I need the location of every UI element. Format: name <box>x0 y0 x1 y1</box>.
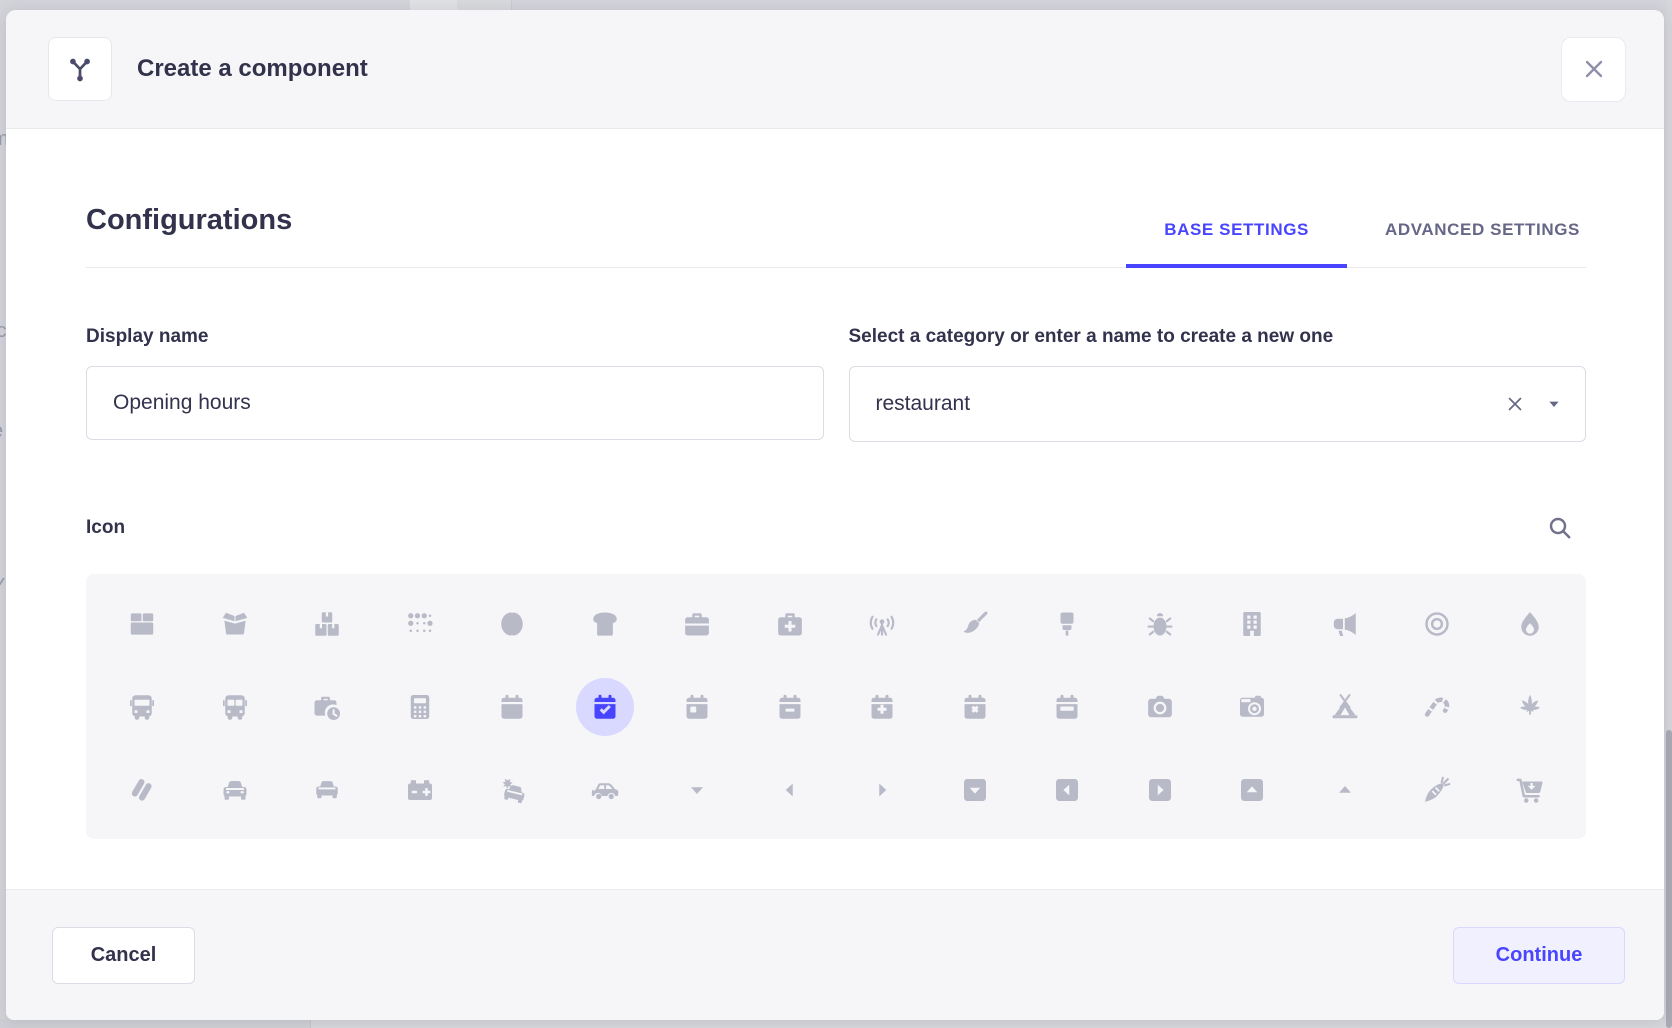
background-page-strip <box>457 0 512 10</box>
icon-option-car-icon[interactable] <box>206 761 264 819</box>
page-title: Configurations <box>86 204 292 237</box>
icon-option-bread-slice-icon[interactable] <box>576 595 634 653</box>
icon-option-cart-arrow-down-icon[interactable] <box>1501 761 1559 819</box>
category-field: Select a category or enter a name to cre… <box>849 326 1587 442</box>
icon-option-brain-icon[interactable] <box>483 595 541 653</box>
icon-option-carrot-icon[interactable] <box>1408 761 1466 819</box>
display-name-field: Display name <box>86 326 824 442</box>
icon-picker-header: Icon <box>86 514 1586 542</box>
icon-option-camera-retro-icon[interactable] <box>1223 678 1281 736</box>
icon-option-calculator-icon[interactable] <box>391 678 449 736</box>
icon-grid <box>86 574 1586 839</box>
icon-option-calendar-week-icon[interactable] <box>1038 678 1096 736</box>
close-button[interactable] <box>1561 37 1626 102</box>
icon-option-caret-up-icon[interactable] <box>1316 761 1374 819</box>
icon-option-braille-icon[interactable] <box>391 595 449 653</box>
search-icon[interactable] <box>1546 514 1574 542</box>
create-component-dialog: Create a component Configurations BASE S… <box>6 10 1664 1020</box>
icon-option-calendar-icon[interactable] <box>483 678 541 736</box>
icon-option-calendar-minus-icon[interactable] <box>761 678 819 736</box>
icon-option-building-icon[interactable] <box>1223 595 1281 653</box>
icon-option-box-icon[interactable] <box>113 595 171 653</box>
icon-option-calendar-day-icon[interactable] <box>668 678 726 736</box>
icon-option-bullseye-icon[interactable] <box>1408 595 1466 653</box>
category-select[interactable]: restaurant <box>849 366 1587 442</box>
icon-option-caret-left-icon[interactable] <box>761 761 819 819</box>
icon-option-bus-icon[interactable] <box>113 678 171 736</box>
dialog-footer: Cancel Continue <box>6 889 1664 1020</box>
component-icon-box <box>48 37 112 101</box>
icon-option-capsules-icon[interactable] <box>113 761 171 819</box>
icon-picker-label: Icon <box>86 517 125 539</box>
icon-option-broadcast-tower-icon[interactable] <box>853 595 911 653</box>
icon-option-box-open-icon[interactable] <box>206 595 264 653</box>
cancel-button[interactable]: Cancel <box>52 927 195 984</box>
icon-option-cannabis-icon[interactable] <box>1501 678 1559 736</box>
icon-option-briefcase-icon[interactable] <box>668 595 726 653</box>
icon-option-car-side-icon[interactable] <box>576 761 634 819</box>
background-page-strip <box>410 0 457 10</box>
icon-option-boxes-stacked-icon[interactable] <box>298 595 356 653</box>
close-icon <box>1580 55 1608 83</box>
settings-tabs: BASE SETTINGS ADVANCED SETTINGS <box>1126 220 1586 267</box>
icon-option-calendar-plus-icon[interactable] <box>853 678 911 736</box>
dialog-body: Configurations BASE SETTINGS ADVANCED SE… <box>6 129 1664 889</box>
category-select-value: restaurant <box>876 392 1504 416</box>
page-scrollbar[interactable] <box>1666 0 1672 1028</box>
icon-option-caret-square-down-icon[interactable] <box>946 761 1004 819</box>
icon-option-bug-icon[interactable] <box>1131 595 1189 653</box>
fields-row: Display name Select a category or enter … <box>86 326 1586 442</box>
icon-option-bus-alt-icon[interactable] <box>206 678 264 736</box>
tab-base-settings[interactable]: BASE SETTINGS <box>1126 220 1347 268</box>
chevron-down-icon[interactable] <box>1547 397 1561 411</box>
display-name-input[interactable] <box>86 366 824 440</box>
icon-option-candy-cane-icon[interactable] <box>1408 678 1466 736</box>
icon-option-caret-square-left-icon[interactable] <box>1038 761 1096 819</box>
page-scrollbar-thumb[interactable] <box>1666 730 1672 1028</box>
icon-option-camera-icon[interactable] <box>1131 678 1189 736</box>
background-page-bottom <box>0 1019 1672 1028</box>
icon-option-briefcase-medical-icon[interactable] <box>761 595 819 653</box>
configurations-row: Configurations BASE SETTINGS ADVANCED SE… <box>86 204 1586 268</box>
icon-option-caret-square-right-icon[interactable] <box>1131 761 1189 819</box>
icon-option-calendar-times-icon[interactable] <box>946 678 1004 736</box>
dialog-header: Create a component <box>6 10 1664 129</box>
icon-option-car-alt-icon[interactable] <box>298 761 356 819</box>
icon-option-brush-icon[interactable] <box>1038 595 1096 653</box>
icon-option-broom-icon[interactable] <box>946 595 1004 653</box>
tab-advanced-settings[interactable]: ADVANCED SETTINGS <box>1347 220 1586 268</box>
icon-option-burn-icon[interactable] <box>1501 595 1559 653</box>
continue-button[interactable]: Continue <box>1453 927 1625 984</box>
icon-option-business-time-icon[interactable] <box>298 678 356 736</box>
icon-option-caret-right-icon[interactable] <box>853 761 911 819</box>
component-icon <box>63 52 97 86</box>
clear-selection-icon[interactable] <box>1503 392 1527 416</box>
icon-option-caret-down-icon[interactable] <box>668 761 726 819</box>
icon-option-campground-icon[interactable] <box>1316 678 1374 736</box>
icon-option-caret-square-up-icon[interactable] <box>1223 761 1281 819</box>
category-label: Select a category or enter a name to cre… <box>849 326 1587 348</box>
display-name-label: Display name <box>86 326 824 348</box>
dialog-title: Create a component <box>137 55 368 83</box>
icon-option-bullhorn-icon[interactable] <box>1316 595 1374 653</box>
icon-option-calendar-check-icon[interactable] <box>576 678 634 736</box>
icon-option-car-crash-icon[interactable] <box>483 761 541 819</box>
icon-option-car-battery-icon[interactable] <box>391 761 449 819</box>
